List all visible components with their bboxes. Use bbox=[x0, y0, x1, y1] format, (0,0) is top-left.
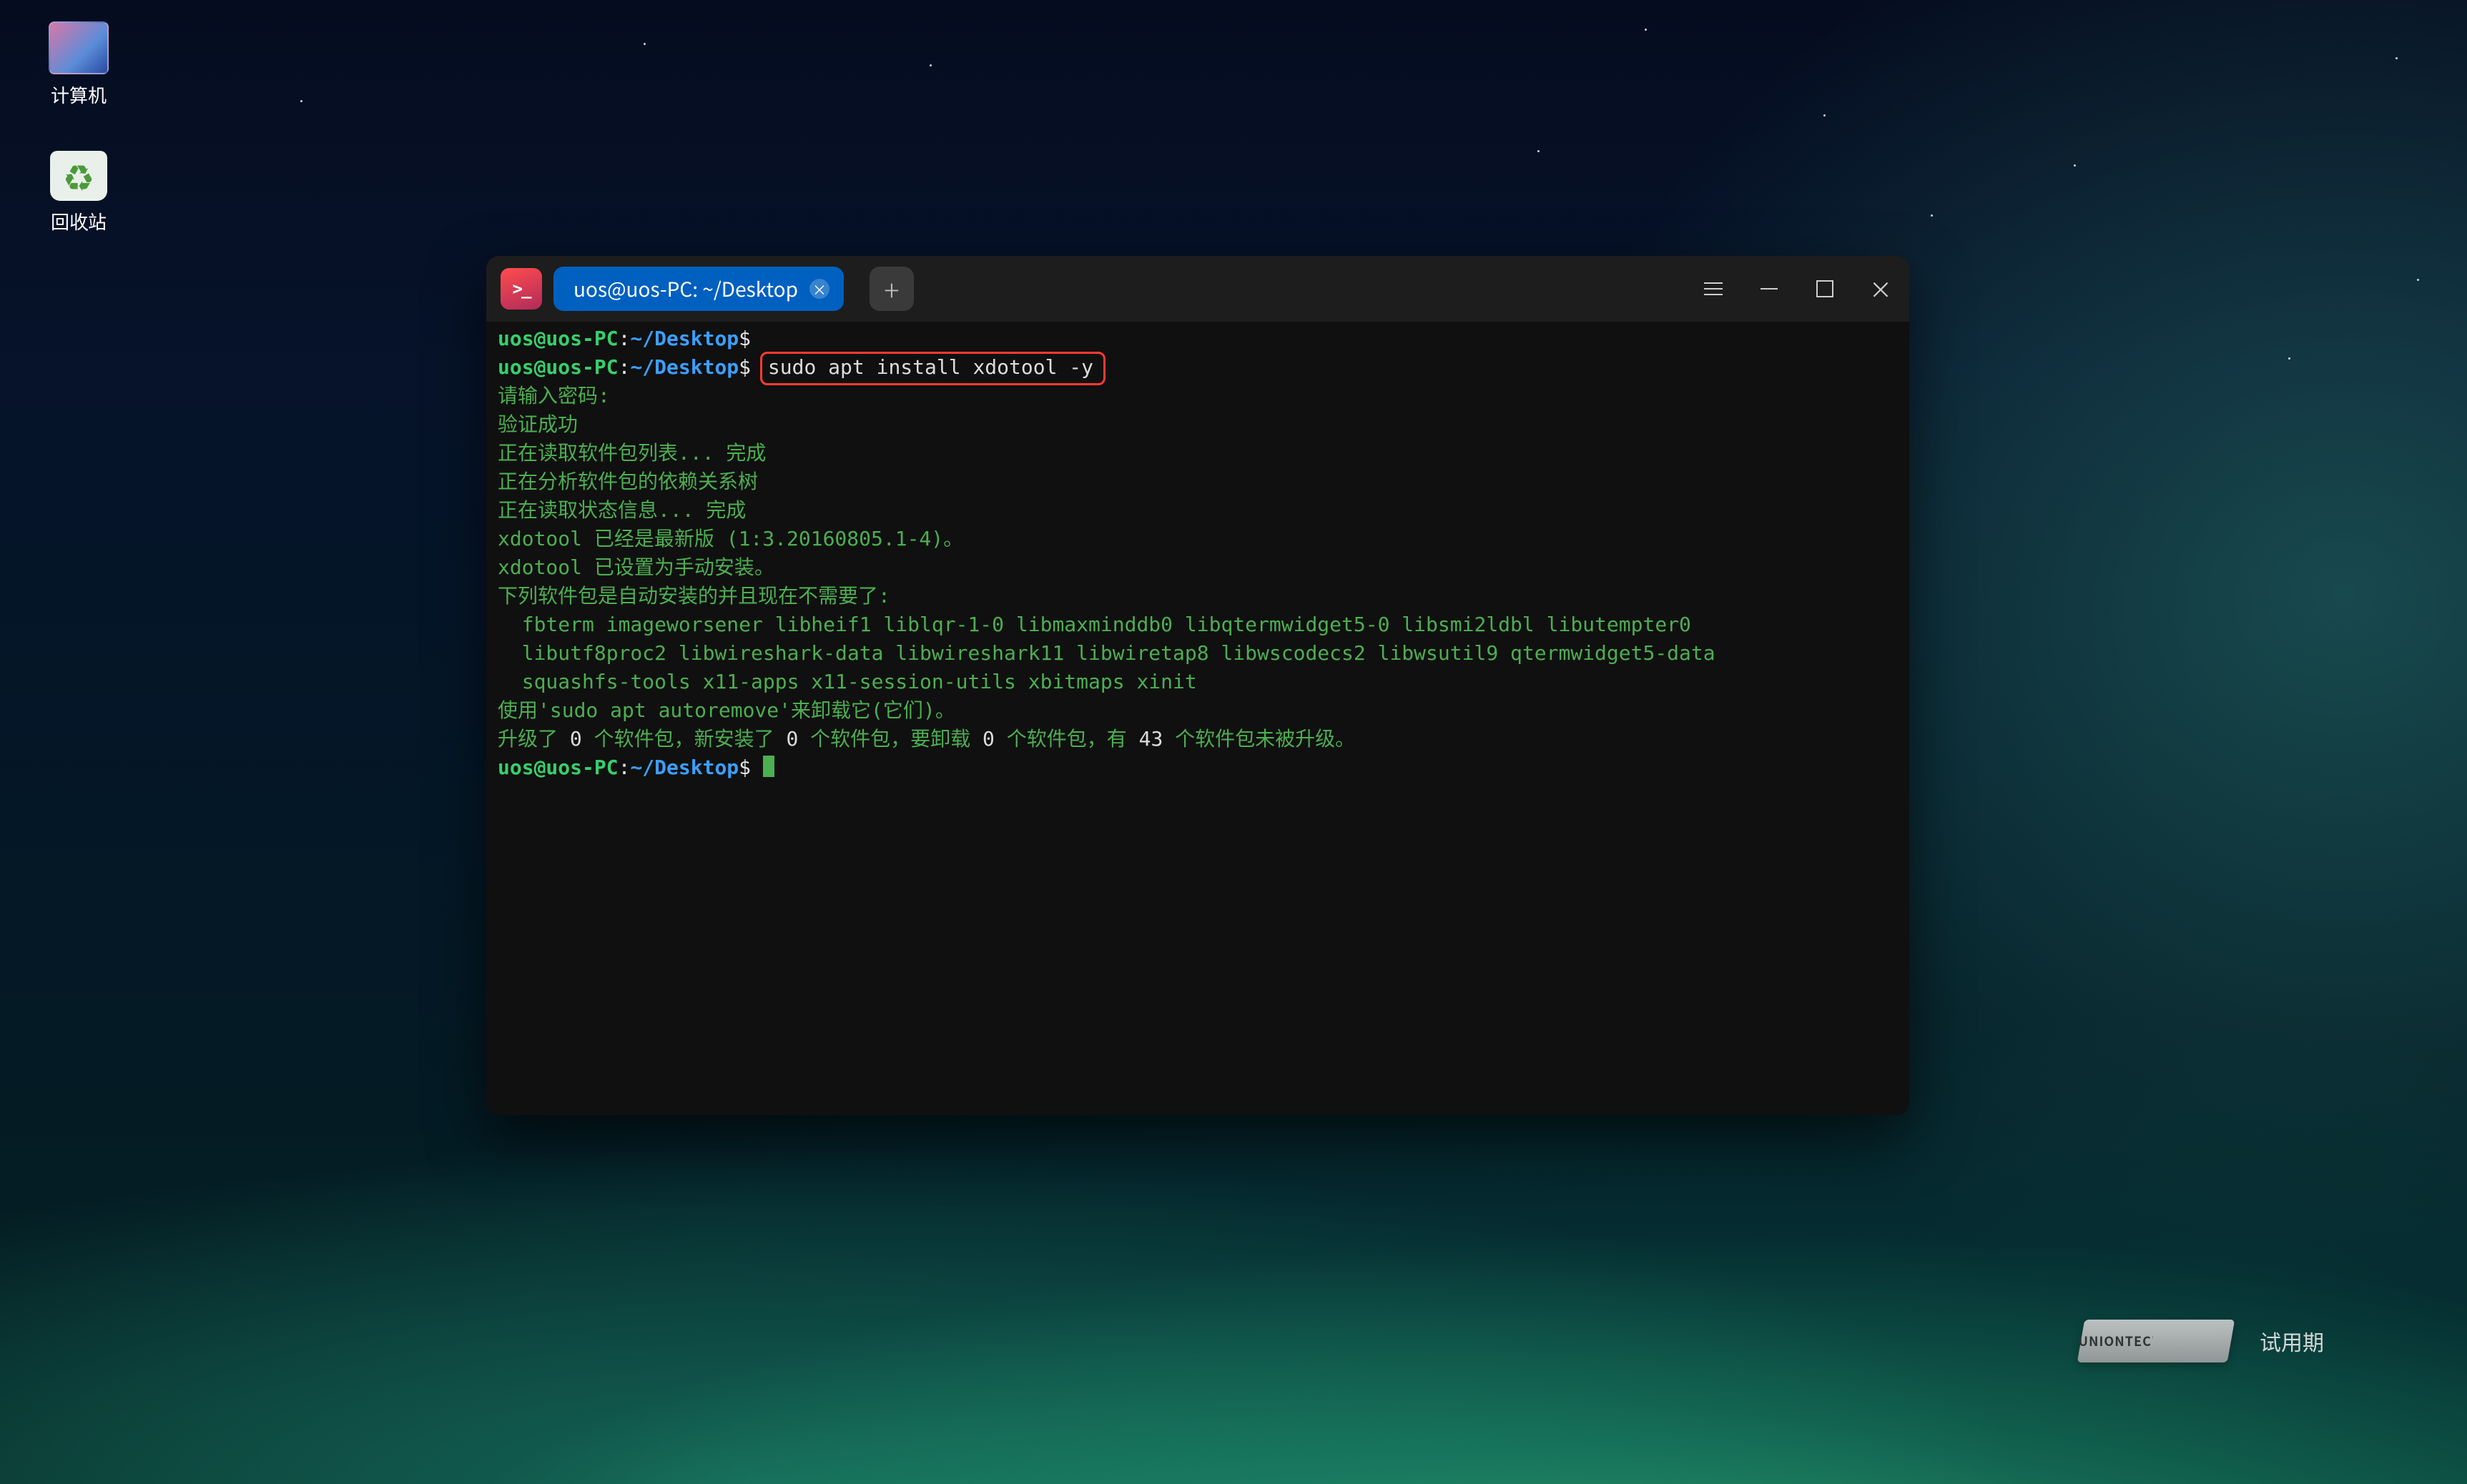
highlighted-command: sudo apt install xdotool -y bbox=[768, 355, 1093, 379]
terminal-window[interactable]: uos@uos-PC: ~/Desktop × + × uos@uos-PC:~… bbox=[486, 256, 1909, 1115]
terminal-body[interactable]: uos@uos-PC:~/Desktop$ uos@uos-PC:~/Deskt… bbox=[486, 322, 1909, 1115]
desktop-icon-computer[interactable]: 计算机 bbox=[36, 21, 122, 108]
trial-label: 试用期 bbox=[2260, 1325, 2324, 1357]
trash-icon bbox=[50, 151, 107, 201]
minimize-button[interactable] bbox=[1755, 274, 1783, 303]
terminal-titlebar[interactable]: uos@uos-PC: ~/Desktop × + × bbox=[486, 256, 1909, 322]
terminal-output: uos@uos-PC:~/Desktop$ uos@uos-PC:~/Deskt… bbox=[498, 325, 1898, 782]
terminal-app-icon bbox=[501, 268, 542, 310]
computer-icon bbox=[49, 21, 109, 74]
maximize-button[interactable] bbox=[1811, 274, 1839, 303]
terminal-cursor bbox=[763, 756, 774, 777]
desktop-icon-label: 计算机 bbox=[36, 81, 122, 108]
watermark: UNIONTECH 试用期 bbox=[2081, 1320, 2324, 1362]
desktop-icon-trash[interactable]: 回收站 bbox=[36, 151, 122, 234]
terminal-tab-active[interactable]: uos@uos-PC: ~/Desktop × bbox=[553, 267, 844, 311]
close-window-button[interactable]: × bbox=[1866, 274, 1895, 303]
tab-close-icon[interactable]: × bbox=[809, 279, 829, 299]
hamburger-menu-icon[interactable] bbox=[1699, 274, 1728, 303]
uniontech-logo: UNIONTECH bbox=[2081, 1320, 2231, 1362]
terminal-tab-title: uos@uos-PC: ~/Desktop bbox=[573, 274, 798, 303]
desktop-icon-label: 回收站 bbox=[36, 208, 122, 234]
highlighted-command-box: sudo apt install xdotool -y bbox=[760, 352, 1106, 385]
new-tab-button[interactable]: + bbox=[870, 267, 914, 311]
